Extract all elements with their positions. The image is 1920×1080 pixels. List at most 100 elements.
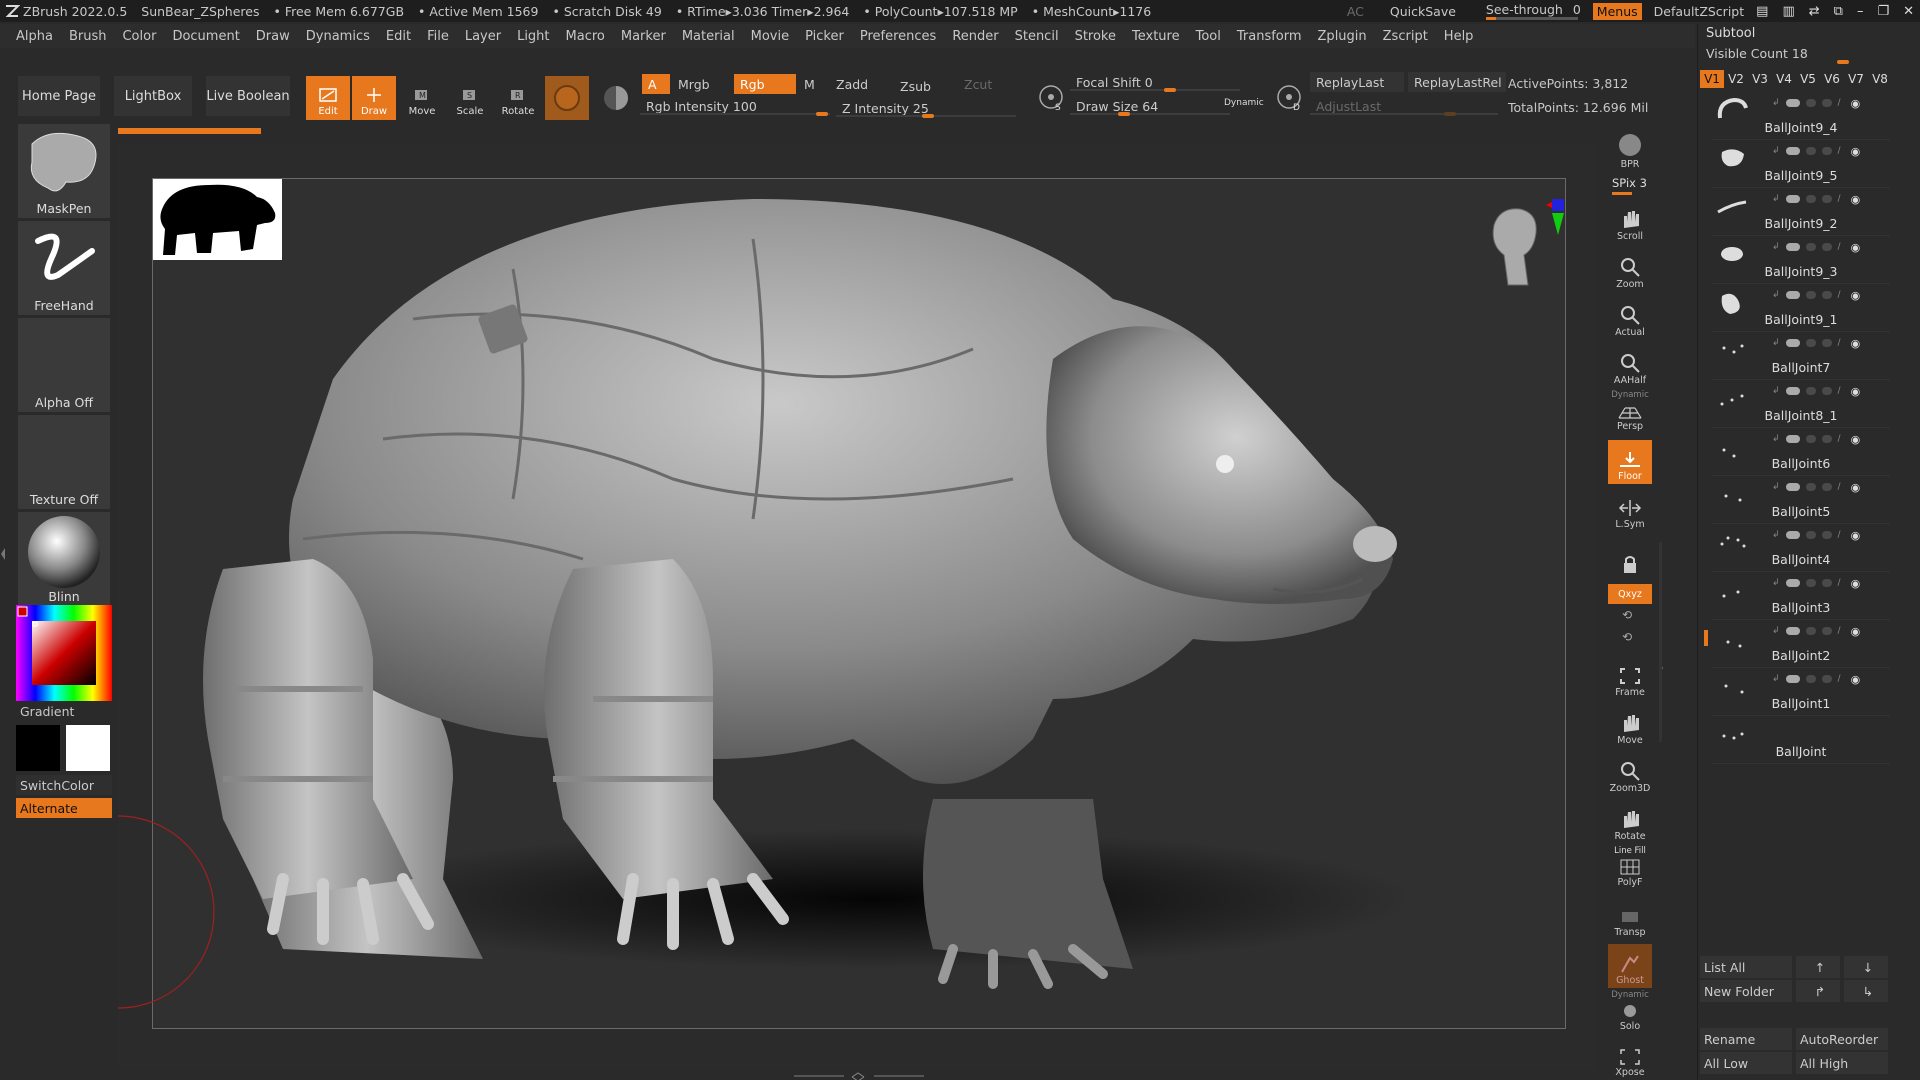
menu-movie[interactable]: Movie [751,29,789,44]
menu-file[interactable]: File [427,29,449,44]
polypaint-toggle[interactable] [1785,627,1800,635]
menu-stencil[interactable]: Stencil [1015,29,1059,44]
menu-render[interactable]: Render [952,29,998,44]
extra-toggle[interactable] [1821,99,1832,107]
ghost-button[interactable]: Ghost [1608,944,1652,988]
floor-button[interactable]: Floor [1608,440,1652,484]
menu-draw[interactable]: Draw [256,29,290,44]
move-button[interactable]: M Move [400,76,444,120]
polypaint-toggle[interactable] [1785,387,1800,395]
dynamesh-toggle[interactable] [1805,243,1816,251]
see-through-slider[interactable]: See-through 0 [1485,2,1581,20]
brush-toggle-icon[interactable]: ∕ [1838,146,1841,156]
folder-arrow-icon[interactable]: ↲ [1772,98,1780,108]
extra-toggle[interactable] [1821,387,1832,395]
rotate-view-button[interactable]: Rotate [1608,800,1652,844]
zsub-toggle[interactable]: Zsub [894,76,956,96]
folder-arrow-icon[interactable]: ↲ [1772,626,1780,636]
right-scrollbar[interactable] [1658,542,1664,742]
rgb-intensity-slider[interactable]: Rgb Intensity 100 [640,96,830,116]
polypaint-toggle[interactable] [1785,99,1800,107]
eye-icon[interactable]: ◉ [1851,241,1861,254]
subtool-item[interactable]: ↲ ∕ ◉ BallJoint1 [1712,668,1890,716]
eye-icon[interactable]: ◉ [1851,529,1861,542]
dynamesh-toggle[interactable] [1805,195,1816,203]
rotate-button[interactable]: R Rotate [496,76,540,120]
dynamesh-toggle[interactable] [1805,147,1816,155]
subtool-item[interactable]: ↲ ∕ ◉ BallJoint3 [1712,572,1890,620]
version-tab-v6[interactable]: V6 [1820,70,1844,88]
menu-alpha[interactable]: Alpha [16,29,53,44]
menu-preferences[interactable]: Preferences [860,29,936,44]
version-tab-v3[interactable]: V3 [1748,70,1772,88]
subtool-item[interactable]: ↲ ∕ ◉ BallJoint9_5 [1712,140,1890,188]
primary-color-swatch[interactable] [16,725,60,771]
subtool-item[interactable]: ↲ ∕ ◉ BallJoint2 [1712,620,1890,668]
switch-color-button[interactable]: SwitchColor [16,775,112,795]
layout-alt-icon[interactable]: ▥ [1782,4,1794,19]
eye-icon[interactable]: ◉ [1851,625,1861,638]
dynamesh-toggle[interactable] [1805,435,1816,443]
polypaint-toggle[interactable] [1785,243,1800,251]
menu-document[interactable]: Document [172,29,239,44]
replay-last-rel-button[interactable]: ReplayLastRel [1408,72,1506,92]
secondary-color-swatch[interactable] [66,725,110,771]
frame-button[interactable]: Frame [1608,656,1652,700]
polypaint-toggle[interactable] [1785,483,1800,491]
ac-label[interactable]: AC [1347,4,1364,19]
eye-icon[interactable]: ◉ [1851,337,1861,350]
move-down-button[interactable]: ↓ [1844,956,1888,978]
eye-icon[interactable]: ◉ [1851,145,1861,158]
xpose-button[interactable]: Xpose [1608,1040,1652,1080]
stroke-thumbnail[interactable]: FreeHand [18,221,110,315]
polypaint-toggle[interactable] [1785,147,1800,155]
subtool-scroll-thumb[interactable] [1704,630,1708,646]
extra-toggle[interactable] [1821,435,1832,443]
rgb-toggle[interactable]: Rgb [734,74,796,94]
folder-arrow-icon[interactable]: ↲ [1772,194,1780,204]
move-view-button[interactable]: Move [1608,704,1652,748]
menu-zplugin[interactable]: Zplugin [1318,29,1367,44]
menu-edit[interactable]: Edit [386,29,411,44]
menu-layer[interactable]: Layer [465,29,501,44]
polypaint-toggle[interactable] [1785,675,1800,683]
dynamesh-toggle[interactable] [1805,291,1816,299]
extra-toggle[interactable] [1821,483,1832,491]
version-tab-v7[interactable]: V7 [1844,70,1868,88]
close-icon[interactable]: ✕ [1903,4,1914,19]
polypaint-toggle[interactable] [1785,339,1800,347]
draw-size-slider[interactable]: Draw Size 64 [1070,96,1230,116]
sun-bear-model[interactable] [153,179,1566,1029]
dynamesh-toggle[interactable] [1805,531,1816,539]
all-high-button[interactable]: All High [1796,1052,1888,1074]
subtool-item[interactable]: ↲ ∕ ◉ BallJoint6 [1712,428,1890,476]
quicksave-button[interactable]: QuickSave [1390,4,1456,19]
m-toggle[interactable]: M [798,74,826,94]
aahalf-button[interactable]: AAHalf [1608,344,1652,388]
list-all-button[interactable]: List All [1700,956,1792,978]
mrgb-toggle[interactable]: Mrgb [672,74,732,94]
version-tab-v1[interactable]: V1 [1700,70,1724,88]
dynamic-label[interactable]: Dynamic [1224,98,1264,108]
zadd-toggle[interactable]: Zadd [830,74,892,94]
rotate-z-icon[interactable]: ⟲ [1622,630,1632,644]
menu-dynamics[interactable]: Dynamics [306,29,370,44]
a-toggle[interactable]: A [642,74,670,94]
eye-icon[interactable]: ◉ [1851,481,1861,494]
xyz-toggle[interactable]: Qxyz [1608,584,1652,604]
gradient-label[interactable]: Gradient [20,704,74,719]
menu-brush[interactable]: Brush [69,29,107,44]
material-thumbnail[interactable]: Blinn [18,512,110,606]
polyf-button[interactable]: PolyF [1608,850,1652,890]
lsym-button[interactable]: L.Sym [1608,488,1652,532]
actual-button[interactable]: Actual [1608,296,1652,340]
scale-button[interactable]: S Scale [448,76,492,120]
eye-icon[interactable]: ◉ [1851,97,1861,110]
bottom-tray-handle[interactable] [794,1070,924,1080]
color-sphere-button[interactable] [594,76,638,120]
subtool-item[interactable]: ↲ ∕ ◉ BallJoint9_2 [1712,188,1890,236]
focal-shift-toggle[interactable]: S [1030,76,1074,120]
dynamesh-toggle[interactable] [1805,483,1816,491]
version-tab-v5[interactable]: V5 [1796,70,1820,88]
extra-toggle[interactable] [1821,195,1832,203]
